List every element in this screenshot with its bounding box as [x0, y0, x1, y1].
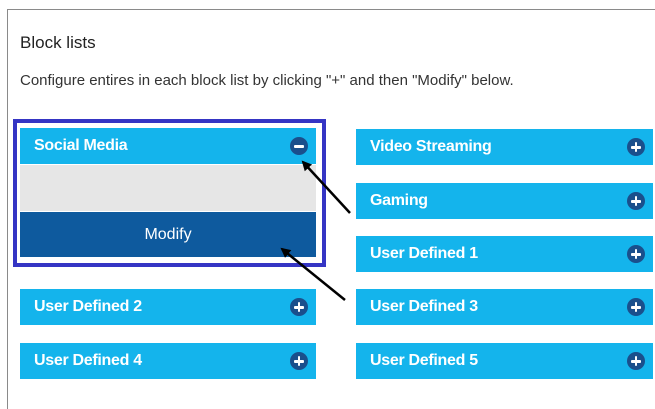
block-list-label: User Defined 3 [370, 298, 478, 315]
social-media-entries-area [20, 165, 316, 211]
section-description: Configure entires in each block list by … [20, 72, 514, 89]
block-list-user-defined-4[interactable]: User Defined 4 [20, 343, 316, 379]
block-list-label: Social Media [34, 137, 128, 154]
plus-icon[interactable] [627, 138, 645, 156]
block-list-label: Video Streaming [370, 138, 492, 155]
block-list-user-defined-5[interactable]: User Defined 5 [356, 343, 653, 379]
plus-icon[interactable] [627, 192, 645, 210]
block-list-label: User Defined 5 [370, 352, 478, 369]
block-list-user-defined-1[interactable]: User Defined 1 [356, 236, 653, 272]
modify-button[interactable]: Modify [20, 212, 316, 257]
section-title: Block lists [20, 33, 96, 52]
minus-icon[interactable] [290, 137, 308, 155]
block-list-user-defined-2[interactable]: User Defined 2 [20, 289, 316, 325]
block-list-social-media[interactable]: Social Media [20, 128, 316, 164]
block-list-label: User Defined 2 [34, 298, 142, 315]
block-list-label: User Defined 1 [370, 245, 478, 262]
plus-icon[interactable] [290, 298, 308, 316]
plus-icon[interactable] [627, 352, 645, 370]
block-list-video-streaming[interactable]: Video Streaming [356, 129, 653, 165]
block-list-label: User Defined 4 [34, 352, 142, 369]
block-list-gaming[interactable]: Gaming [356, 183, 653, 219]
plus-icon[interactable] [627, 245, 645, 263]
plus-icon[interactable] [627, 298, 645, 316]
block-list-label: Gaming [370, 192, 428, 209]
plus-icon[interactable] [290, 352, 308, 370]
block-list-user-defined-3[interactable]: User Defined 3 [356, 289, 653, 325]
